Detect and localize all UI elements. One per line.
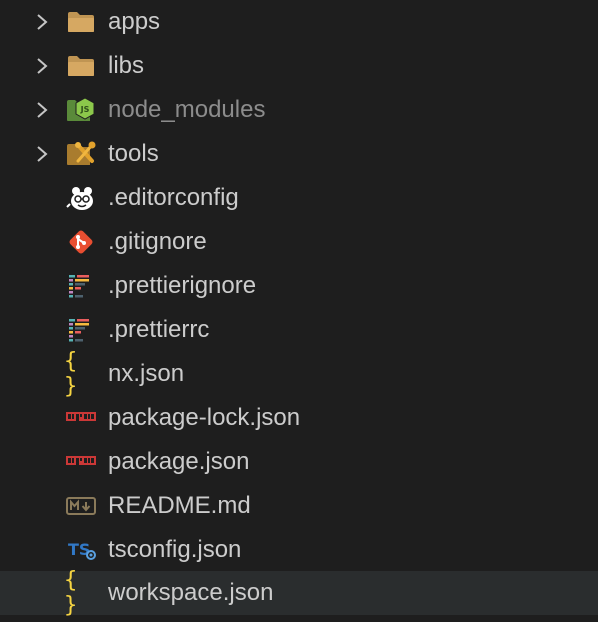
tree-item-label: .gitignore xyxy=(108,228,207,255)
prettier-icon xyxy=(64,308,98,352)
tree-item-label: tools xyxy=(108,140,159,167)
tree-item-label: package-lock.json xyxy=(108,404,301,431)
tree-item-node-modules[interactable]: JS node_modules xyxy=(0,88,598,132)
svg-text:JS: JS xyxy=(80,105,90,114)
json-icon: { } xyxy=(64,568,79,618)
markdown-icon xyxy=(64,484,98,528)
json-icon: { } xyxy=(64,349,79,399)
tree-item-package-lock-json[interactable]: package-lock.json xyxy=(0,396,598,440)
file-explorer-tree: apps libs JS node_modules tools .editorc… xyxy=(0,0,598,622)
tree-item-tools[interactable]: tools xyxy=(0,132,598,176)
tree-item-prettierrc[interactable]: .prettierrc xyxy=(0,308,598,352)
tree-item-readme-md[interactable]: README.md xyxy=(0,484,598,528)
chevron-right-icon[interactable] xyxy=(33,88,51,132)
node-folder-icon: JS xyxy=(64,88,98,132)
tree-item-label: tsconfig.json xyxy=(108,536,242,563)
tree-item-label: node_modules xyxy=(108,96,266,123)
tree-item-nx-json[interactable]: { } nx.json xyxy=(0,349,598,399)
folder-icon xyxy=(64,0,98,44)
tsconfig-icon: TS xyxy=(64,528,98,572)
tree-item-prettierignore[interactable]: .prettierignore xyxy=(0,264,598,308)
tree-item-label: .prettierrc xyxy=(108,316,210,343)
tree-item-workspace-json[interactable]: { } workspace.json xyxy=(0,568,598,618)
chevron-right-icon[interactable] xyxy=(33,0,51,44)
tree-item-apps[interactable]: apps xyxy=(0,0,598,44)
tree-item-label: libs xyxy=(108,52,145,79)
npm-icon xyxy=(64,396,98,440)
tree-item-label: nx.json xyxy=(108,360,185,387)
tree-item-editorconfig[interactable]: .editorconfig xyxy=(0,176,598,220)
tree-item-label: apps xyxy=(108,8,161,35)
tree-item-tsconfig-json[interactable]: TS tsconfig.json xyxy=(0,528,598,572)
editorconfig-icon xyxy=(64,176,98,220)
tree-item-label: README.md xyxy=(108,492,251,519)
tree-item-libs[interactable]: libs xyxy=(0,44,598,88)
npm-icon xyxy=(64,440,98,484)
tree-item-label: .prettierignore xyxy=(108,272,257,299)
tree-item-label: .editorconfig xyxy=(108,184,239,211)
git-icon xyxy=(64,220,98,264)
tree-item-label: workspace.json xyxy=(108,579,274,606)
tree-item-gitignore[interactable]: .gitignore xyxy=(0,220,598,264)
folder-icon xyxy=(64,44,98,88)
chevron-right-icon[interactable] xyxy=(33,132,51,176)
tree-item-label: package.json xyxy=(108,448,250,475)
tree-item-package-json[interactable]: package.json xyxy=(0,440,598,484)
prettier-icon xyxy=(64,264,98,308)
chevron-right-icon[interactable] xyxy=(33,44,51,88)
tools-folder-icon xyxy=(64,132,98,176)
